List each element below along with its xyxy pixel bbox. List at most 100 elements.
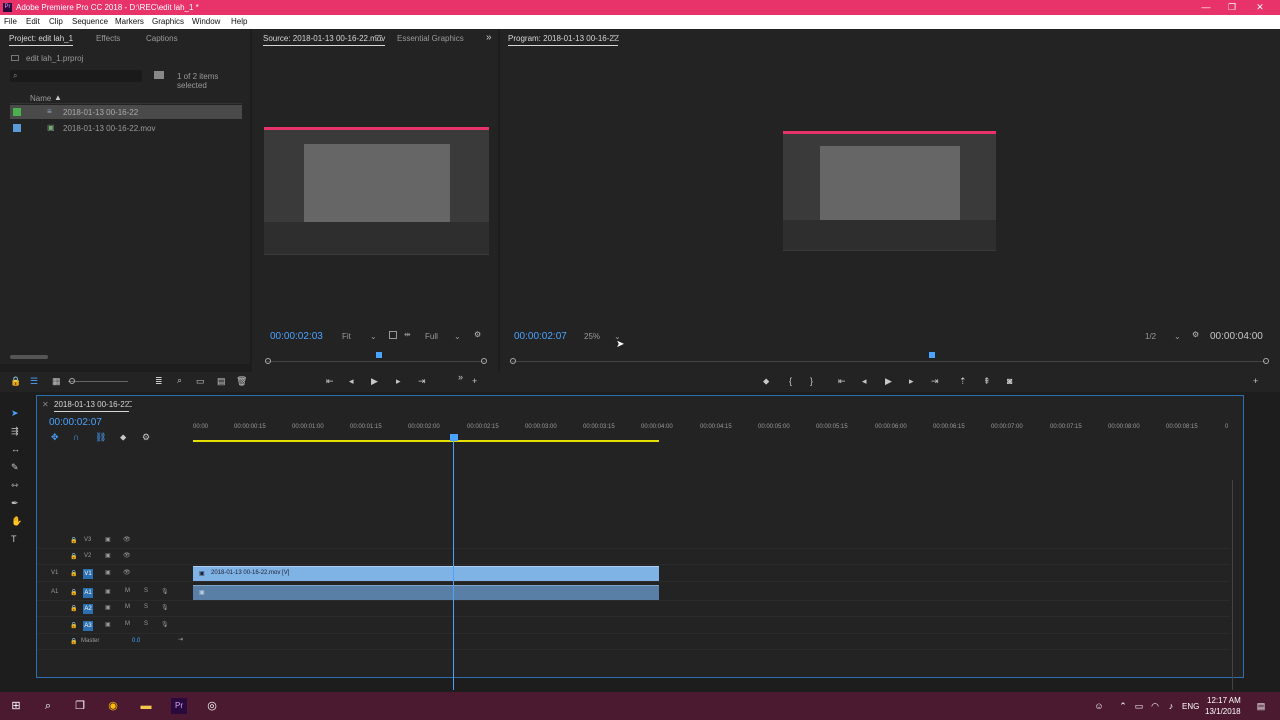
- mark-in-bracket-icon[interactable]: {: [789, 376, 792, 386]
- program-zoom-handle-left[interactable]: [510, 358, 516, 364]
- pen-tool-icon[interactable]: ✒: [11, 498, 19, 509]
- mark-out-bracket-icon[interactable]: }: [810, 376, 813, 386]
- tab-sequence[interactable]: 2018-01-13 00-16-22: [54, 400, 130, 412]
- menu-clip[interactable]: Clip: [49, 17, 63, 26]
- project-search-input[interactable]: ⌕: [10, 70, 142, 82]
- settings-wrench-icon[interactable]: ⚙: [1192, 330, 1199, 339]
- panel-menu-icon[interactable]: [612, 35, 619, 41]
- project-item-clip[interactable]: ▣ 2018-01-13 00-16-22.mov: [10, 121, 242, 135]
- work-area-bar[interactable]: [193, 440, 659, 442]
- tab-source[interactable]: Source: 2018-01-13 00-16-22.mov: [263, 34, 386, 46]
- program-playhead[interactable]: [929, 352, 935, 358]
- menu-window[interactable]: Window: [192, 17, 220, 26]
- go-to-in-icon[interactable]: ⇤: [838, 376, 846, 387]
- menu-markers[interactable]: Markers: [115, 17, 144, 26]
- sync-lock-icon[interactable]: ▣: [105, 552, 111, 559]
- overflow-chevron-icon[interactable]: »: [458, 372, 463, 382]
- step-back-icon[interactable]: ◂: [349, 376, 354, 387]
- selection-tool-icon[interactable]: ➤: [11, 408, 19, 419]
- search-icon[interactable]: ⌕: [40, 698, 56, 714]
- obs-icon[interactable]: ◎: [204, 698, 220, 714]
- master-volume-value[interactable]: 0.0: [132, 638, 140, 644]
- new-item-icon[interactable]: ▤: [217, 376, 226, 387]
- microphone-icon[interactable]: 🎙: [161, 621, 169, 628]
- ripple-edit-tool-icon[interactable]: ↔: [11, 444, 20, 454]
- export-frame-camera-icon[interactable]: ◙: [1007, 376, 1012, 386]
- track-target-a1[interactable]: A1: [83, 588, 93, 598]
- lock-icon[interactable]: 🔒: [70, 638, 77, 645]
- add-marker-icon[interactable]: ⬥: [120, 432, 126, 443]
- sync-lock-icon[interactable]: ▣: [105, 569, 111, 576]
- tab-project[interactable]: Project: edit lah_1: [9, 34, 74, 46]
- menu-help[interactable]: Help: [231, 17, 247, 26]
- lock-icon[interactable]: 🔒: [70, 622, 77, 629]
- source-playhead[interactable]: [376, 352, 382, 358]
- windows-start-icon[interactable]: ⊞: [8, 698, 24, 714]
- restore-icon[interactable]: ❐: [1222, 2, 1242, 13]
- razor-tool-icon[interactable]: ✎: [11, 462, 19, 473]
- lock-icon[interactable]: 🔒: [70, 553, 77, 560]
- sync-lock-icon[interactable]: ▣: [105, 621, 111, 628]
- microphone-icon[interactable]: 🎙: [161, 604, 169, 611]
- solo-button[interactable]: S: [144, 588, 148, 594]
- close-icon[interactable]: ✕: [42, 400, 49, 409]
- tab-program[interactable]: Program: 2018-01-13 00-16-22: [508, 34, 619, 46]
- people-icon[interactable]: ☺: [1091, 698, 1107, 714]
- eye-icon[interactable]: 👁: [123, 569, 131, 576]
- source-zoom-handle-left[interactable]: [265, 358, 271, 364]
- zoom-slider-handle[interactable]: [69, 378, 75, 384]
- microphone-icon[interactable]: 🎙: [161, 588, 169, 595]
- trash-icon[interactable]: 🗑: [236, 376, 247, 387]
- step-back-icon[interactable]: ◂: [862, 376, 867, 387]
- timeline-ruler[interactable]: 00:00 00:00:00:15 00:00:01:00 00:00:01:1…: [193, 420, 1233, 438]
- lock-icon[interactable]: 🔒: [70, 570, 77, 577]
- nest-icon[interactable]: ✥: [51, 432, 59, 443]
- lock-icon[interactable]: 🔒: [70, 605, 77, 612]
- menu-graphics[interactable]: Graphics: [152, 17, 184, 26]
- source-patch-label[interactable]: A1: [51, 589, 58, 595]
- list-view-icon[interactable]: ☰: [30, 376, 38, 387]
- language-indicator[interactable]: ENG: [1182, 702, 1199, 711]
- step-forward-icon[interactable]: ▸: [909, 376, 914, 387]
- clock-time[interactable]: 12:17 AM: [1207, 696, 1241, 705]
- solo-button[interactable]: S: [144, 604, 148, 610]
- timeline-playhead-handle[interactable]: [450, 434, 458, 441]
- lock-icon[interactable]: 🔒: [10, 376, 21, 387]
- source-timecode[interactable]: 00:00:02:03: [270, 331, 323, 342]
- solo-button[interactable]: S: [144, 621, 148, 627]
- overflow-chevron-icon[interactable]: »: [486, 32, 492, 43]
- play-icon[interactable]: ▶: [885, 376, 892, 387]
- add-button-icon[interactable]: +: [472, 376, 477, 386]
- panel-menu-icon[interactable]: [375, 35, 382, 41]
- lock-icon[interactable]: 🔒: [70, 589, 77, 596]
- mark-in-icon[interactable]: ⇤: [326, 376, 334, 387]
- program-timecode[interactable]: 00:00:02:07: [514, 331, 567, 342]
- timeline-settings-wrench-icon[interactable]: ⚙: [142, 432, 150, 443]
- project-item-sequence[interactable]: ≡ 2018-01-13 00-16-22: [10, 105, 242, 119]
- minimize-icon[interactable]: —: [1196, 2, 1216, 13]
- chrome-icon[interactable]: ◉: [105, 698, 121, 714]
- insert-drag-icon[interactable]: [389, 331, 397, 339]
- menu-file[interactable]: File: [4, 17, 17, 26]
- find-icon[interactable]: ⌕: [177, 375, 182, 386]
- timeline-timecode[interactable]: 00:00:02:07: [49, 417, 102, 428]
- lock-icon[interactable]: 🔒: [70, 537, 77, 544]
- volume-icon[interactable]: ♪: [1163, 698, 1179, 714]
- source-zoom-handle-right[interactable]: [481, 358, 487, 364]
- eye-icon[interactable]: 👁: [123, 552, 131, 559]
- drag-audio-icon[interactable]: ⇹: [404, 330, 411, 339]
- eye-icon[interactable]: 👁: [123, 536, 131, 543]
- audio-clip[interactable]: ▣: [193, 585, 659, 600]
- type-tool-icon[interactable]: T: [11, 534, 17, 544]
- source-zoom-select[interactable]: Fit ⌄: [340, 330, 380, 342]
- file-explorer-icon[interactable]: ▬: [138, 698, 154, 714]
- chevron-up-icon[interactable]: ⌃: [1115, 698, 1131, 714]
- track-target-a2[interactable]: A2: [83, 604, 93, 614]
- video-clip[interactable]: ▣ 2018-01-13 00-16-22.mov [V]: [193, 566, 659, 581]
- tab-effects[interactable]: Effects: [96, 34, 120, 43]
- add-button-icon[interactable]: +: [1253, 376, 1258, 386]
- go-to-end-icon[interactable]: ⇥: [178, 636, 183, 643]
- menu-edit[interactable]: Edit: [26, 17, 40, 26]
- settings-wrench-icon[interactable]: ⚙: [474, 330, 481, 339]
- column-header[interactable]: Name ▲: [10, 92, 242, 104]
